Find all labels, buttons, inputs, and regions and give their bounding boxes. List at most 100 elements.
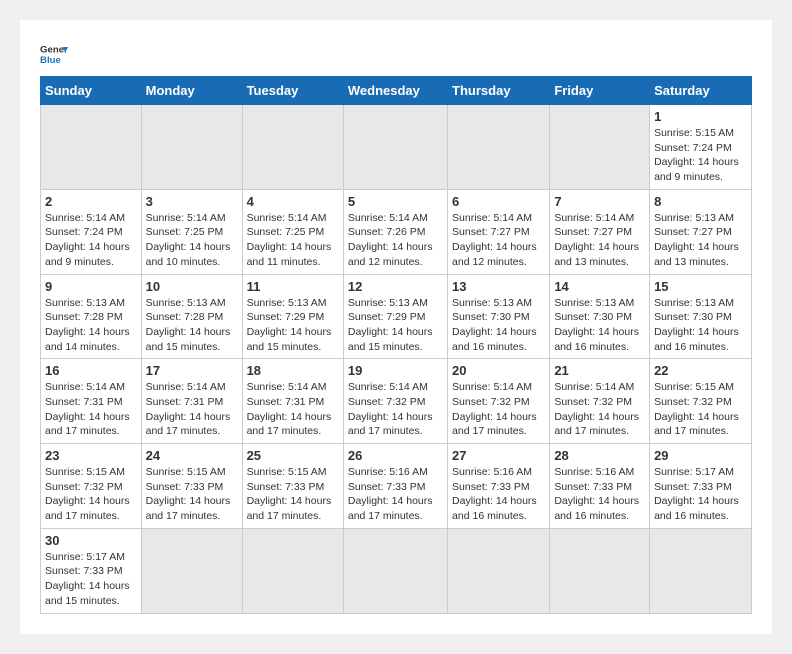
- day-cell: [242, 528, 343, 613]
- day-info: Sunrise: 5:14 AM Sunset: 7:26 PM Dayligh…: [348, 211, 443, 270]
- day-number: 30: [45, 533, 137, 548]
- day-cell: 9 Sunrise: 5:13 AM Sunset: 7:28 PM Daylig…: [41, 274, 142, 359]
- day-info: Sunrise: 5:13 AM Sunset: 7:29 PM Dayligh…: [247, 296, 339, 355]
- header: General Blue: [40, 40, 752, 68]
- day-cell: 30Sunrise: 5:17 AM Sunset: 7:33 PM Dayli…: [41, 528, 142, 613]
- day-cell: 5 Sunrise: 5:14 AM Sunset: 7:26 PM Daylig…: [343, 189, 447, 274]
- weekday-header-tuesday: Tuesday: [242, 77, 343, 105]
- day-info: Sunrise: 5:13 AM Sunset: 7:30 PM Dayligh…: [554, 296, 645, 355]
- day-cell: [141, 105, 242, 190]
- week-row-3: 9 Sunrise: 5:13 AM Sunset: 7:28 PM Daylig…: [41, 274, 752, 359]
- day-cell: 23 Sunrise: 5:15 AM Sunset: 7:32 PM Dayli…: [41, 444, 142, 529]
- day-cell: 11 Sunrise: 5:13 AM Sunset: 7:29 PM Dayli…: [242, 274, 343, 359]
- day-cell: 7Sunrise: 5:14 AM Sunset: 7:27 PM Daylig…: [550, 189, 650, 274]
- svg-text:General: General: [40, 44, 68, 55]
- day-cell: 16Sunrise: 5:14 AM Sunset: 7:31 PM Dayli…: [41, 359, 142, 444]
- day-info: Sunrise: 5:13 AM Sunset: 7:28 PM Dayligh…: [45, 296, 137, 355]
- day-number: 17: [146, 363, 238, 378]
- day-number: 8: [654, 194, 747, 209]
- day-cell: 26 Sunrise: 5:16 AM Sunset: 7:33 PM Dayli…: [343, 444, 447, 529]
- day-info: Sunrise: 5:14 AM Sunset: 7:27 PM Dayligh…: [452, 211, 545, 270]
- day-number: 27: [452, 448, 545, 463]
- weekday-header-saturday: Saturday: [650, 77, 752, 105]
- week-row-1: 1Sunrise: 5:15 AM Sunset: 7:24 PM Daylig…: [41, 105, 752, 190]
- day-cell: 17 Sunrise: 5:14 AM Sunset: 7:31 PM Dayli…: [141, 359, 242, 444]
- day-number: 3: [146, 194, 238, 209]
- week-row-4: 16Sunrise: 5:14 AM Sunset: 7:31 PM Dayli…: [41, 359, 752, 444]
- logo-icon: General Blue: [40, 40, 68, 68]
- weekday-header-sunday: Sunday: [41, 77, 142, 105]
- day-cell: [343, 528, 447, 613]
- day-number: 10: [146, 279, 238, 294]
- day-number: 14: [554, 279, 645, 294]
- day-info: Sunrise: 5:15 AM Sunset: 7:32 PM Dayligh…: [45, 465, 137, 524]
- day-cell: 8 Sunrise: 5:13 AM Sunset: 7:27 PM Daylig…: [650, 189, 752, 274]
- day-cell: [550, 528, 650, 613]
- weekday-header-row: SundayMondayTuesdayWednesdayThursdayFrid…: [41, 77, 752, 105]
- day-cell: 22Sunrise: 5:15 AM Sunset: 7:32 PM Dayli…: [650, 359, 752, 444]
- day-number: 2: [45, 194, 137, 209]
- day-number: 26: [348, 448, 443, 463]
- day-cell: 4 Sunrise: 5:14 AM Sunset: 7:25 PM Daylig…: [242, 189, 343, 274]
- weekday-header-wednesday: Wednesday: [343, 77, 447, 105]
- day-cell: 10 Sunrise: 5:13 AM Sunset: 7:28 PM Dayli…: [141, 274, 242, 359]
- day-cell: 13 Sunrise: 5:13 AM Sunset: 7:30 PM Dayli…: [448, 274, 550, 359]
- day-cell: [141, 528, 242, 613]
- logo: General Blue: [40, 40, 68, 68]
- day-info: Sunrise: 5:13 AM Sunset: 7:29 PM Dayligh…: [348, 296, 443, 355]
- week-row-5: 23 Sunrise: 5:15 AM Sunset: 7:32 PM Dayli…: [41, 444, 752, 529]
- day-info: Sunrise: 5:14 AM Sunset: 7:25 PM Dayligh…: [247, 211, 339, 270]
- day-info: Sunrise: 5:16 AM Sunset: 7:33 PM Dayligh…: [348, 465, 443, 524]
- day-cell: [448, 528, 550, 613]
- day-cell: [448, 105, 550, 190]
- day-info: Sunrise: 5:15 AM Sunset: 7:33 PM Dayligh…: [146, 465, 238, 524]
- day-info: Sunrise: 5:14 AM Sunset: 7:31 PM Dayligh…: [45, 380, 137, 439]
- day-info: Sunrise: 5:14 AM Sunset: 7:25 PM Dayligh…: [146, 211, 238, 270]
- day-number: 4: [247, 194, 339, 209]
- day-number: 24: [146, 448, 238, 463]
- day-info: Sunrise: 5:17 AM Sunset: 7:33 PM Dayligh…: [654, 465, 747, 524]
- day-cell: 3 Sunrise: 5:14 AM Sunset: 7:25 PM Daylig…: [141, 189, 242, 274]
- weekday-header-thursday: Thursday: [448, 77, 550, 105]
- day-cell: 6Sunrise: 5:14 AM Sunset: 7:27 PM Daylig…: [448, 189, 550, 274]
- day-info: Sunrise: 5:14 AM Sunset: 7:32 PM Dayligh…: [348, 380, 443, 439]
- day-number: 9: [45, 279, 137, 294]
- week-row-6: 30Sunrise: 5:17 AM Sunset: 7:33 PM Dayli…: [41, 528, 752, 613]
- day-number: 15: [654, 279, 747, 294]
- day-cell: 18Sunrise: 5:14 AM Sunset: 7:31 PM Dayli…: [242, 359, 343, 444]
- day-number: 23: [45, 448, 137, 463]
- day-cell: 2 Sunrise: 5:14 AM Sunset: 7:24 PM Daylig…: [41, 189, 142, 274]
- day-info: Sunrise: 5:14 AM Sunset: 7:31 PM Dayligh…: [146, 380, 238, 439]
- weekday-header-friday: Friday: [550, 77, 650, 105]
- day-info: Sunrise: 5:15 AM Sunset: 7:24 PM Dayligh…: [654, 126, 747, 185]
- day-cell: 12Sunrise: 5:13 AM Sunset: 7:29 PM Dayli…: [343, 274, 447, 359]
- day-info: Sunrise: 5:16 AM Sunset: 7:33 PM Dayligh…: [452, 465, 545, 524]
- day-number: 5: [348, 194, 443, 209]
- day-info: Sunrise: 5:14 AM Sunset: 7:24 PM Dayligh…: [45, 211, 137, 270]
- day-info: Sunrise: 5:13 AM Sunset: 7:30 PM Dayligh…: [452, 296, 545, 355]
- day-cell: 29Sunrise: 5:17 AM Sunset: 7:33 PM Dayli…: [650, 444, 752, 529]
- day-number: 25: [247, 448, 339, 463]
- calendar-page: General Blue SundayMondayTuesdayWednesda…: [20, 20, 772, 634]
- day-number: 11: [247, 279, 339, 294]
- day-cell: 14 Sunrise: 5:13 AM Sunset: 7:30 PM Dayli…: [550, 274, 650, 359]
- day-cell: [343, 105, 447, 190]
- day-number: 28: [554, 448, 645, 463]
- day-info: Sunrise: 5:13 AM Sunset: 7:30 PM Dayligh…: [654, 296, 747, 355]
- day-number: 22: [654, 363, 747, 378]
- day-cell: [650, 528, 752, 613]
- day-cell: 27 Sunrise: 5:16 AM Sunset: 7:33 PM Dayli…: [448, 444, 550, 529]
- day-number: 7: [554, 194, 645, 209]
- day-number: 21: [554, 363, 645, 378]
- day-info: Sunrise: 5:13 AM Sunset: 7:28 PM Dayligh…: [146, 296, 238, 355]
- weekday-header-monday: Monday: [141, 77, 242, 105]
- day-info: Sunrise: 5:15 AM Sunset: 7:33 PM Dayligh…: [247, 465, 339, 524]
- day-info: Sunrise: 5:13 AM Sunset: 7:27 PM Dayligh…: [654, 211, 747, 270]
- day-info: Sunrise: 5:16 AM Sunset: 7:33 PM Dayligh…: [554, 465, 645, 524]
- day-info: Sunrise: 5:14 AM Sunset: 7:31 PM Dayligh…: [247, 380, 339, 439]
- svg-text:Blue: Blue: [40, 55, 61, 66]
- day-cell: [242, 105, 343, 190]
- day-cell: 15 Sunrise: 5:13 AM Sunset: 7:30 PM Dayli…: [650, 274, 752, 359]
- day-number: 13: [452, 279, 545, 294]
- day-cell: 19Sunrise: 5:14 AM Sunset: 7:32 PM Dayli…: [343, 359, 447, 444]
